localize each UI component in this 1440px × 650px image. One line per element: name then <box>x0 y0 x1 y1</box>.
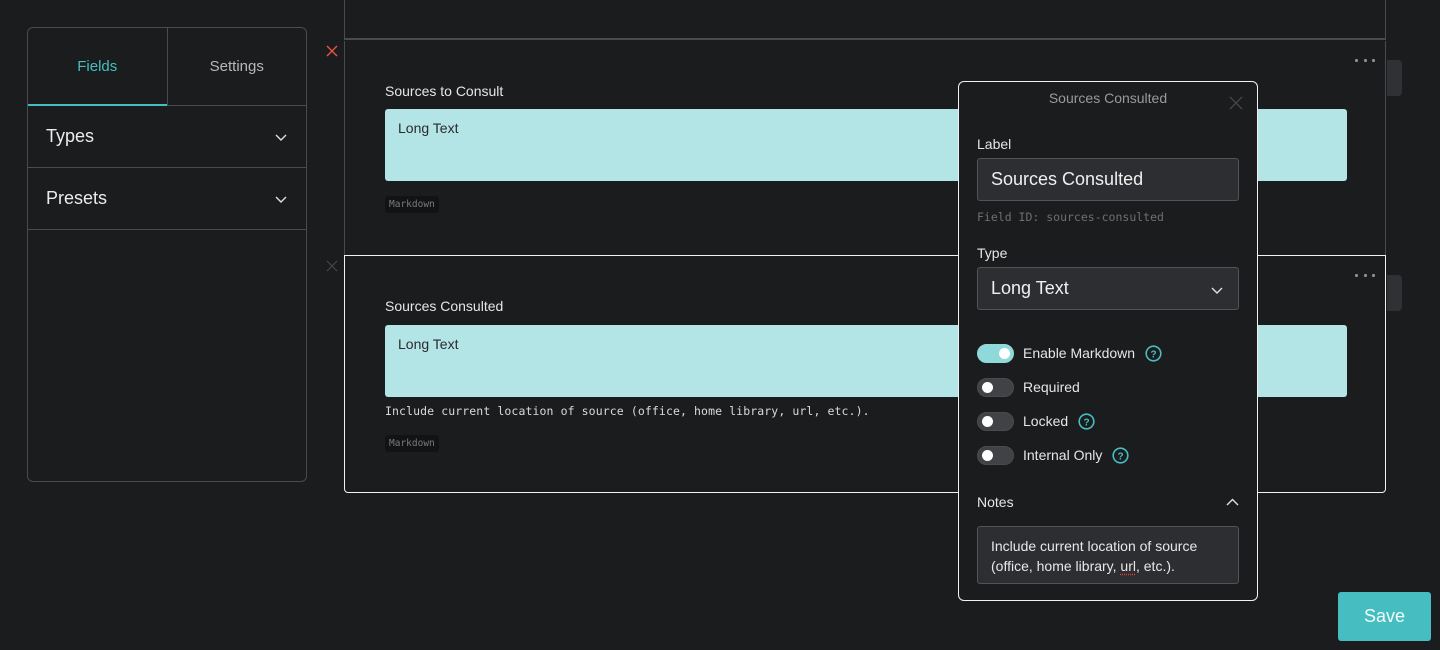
notes-misspelled-word: url <box>1120 558 1136 574</box>
close-icon[interactable] <box>1229 96 1243 110</box>
accordion-types-label: Types <box>46 126 95 146</box>
field-card-previous[interactable] <box>344 0 1386 40</box>
toggle-label: Required <box>1023 379 1080 395</box>
field-preview-text: Long Text <box>398 336 459 352</box>
markdown-badge: Markdown <box>385 196 439 213</box>
more-options-icon[interactable] <box>1355 57 1375 63</box>
field-preview-text: Long Text <box>398 120 459 136</box>
panel-tabs: Fields Settings <box>28 28 306 106</box>
toggle-row-internal-only: Internal Only ? <box>977 445 1129 465</box>
toggle-row-required: Required <box>977 377 1080 397</box>
remove-field-icon[interactable] <box>326 260 338 272</box>
help-icon[interactable]: ? <box>1112 446 1129 464</box>
drag-handle[interactable] <box>1387 60 1402 96</box>
notes-textarea[interactable]: Include current location of source (offi… <box>977 526 1239 584</box>
tab-fields[interactable]: Fields <box>28 28 167 106</box>
type-select[interactable]: Long Text <box>977 267 1239 310</box>
label-input-value: Sources Consulted <box>991 169 1144 189</box>
tab-settings[interactable]: Settings <box>166 28 307 105</box>
accordion-presets-label: Presets <box>46 188 108 208</box>
save-button[interactable]: Save <box>1338 592 1431 641</box>
notes-caption: Notes <box>977 494 1014 510</box>
label-input[interactable]: Sources Consulted <box>977 158 1239 201</box>
svg-text:?: ? <box>1151 349 1157 360</box>
svg-text:?: ? <box>1084 417 1090 428</box>
field-hint: Include current location of source (offi… <box>385 404 870 418</box>
more-options-icon[interactable] <box>1355 272 1375 278</box>
toggle-label: Internal Only <box>1023 447 1103 463</box>
enable-markdown-toggle[interactable] <box>977 343 1014 363</box>
chevron-down-icon <box>275 193 287 205</box>
toggle-row-enable-markdown: Enable Markdown ? <box>977 343 1162 363</box>
help-icon[interactable]: ? <box>1145 344 1162 362</box>
toggle-label: Enable Markdown <box>1023 345 1136 361</box>
label-caption: Label <box>977 136 1012 152</box>
chevron-up-icon <box>1226 496 1239 509</box>
notes-section-toggle[interactable]: Notes <box>977 494 1239 510</box>
chevron-down-icon <box>1210 283 1224 297</box>
accordion-presets[interactable]: Presets <box>28 168 306 230</box>
markdown-badge: Markdown <box>385 435 439 452</box>
type-caption: Type <box>977 245 1008 261</box>
toggle-row-locked: Locked ? <box>977 411 1095 431</box>
tab-settings-label: Settings <box>209 58 264 75</box>
field-id: Field ID: sources-consulted <box>977 210 1164 224</box>
drag-handle[interactable] <box>1387 275 1402 311</box>
field-editor-popover: Sources Consulted Label Sources Consulte… <box>958 81 1258 601</box>
tab-fields-label: Fields <box>77 58 118 75</box>
notes-text-end: , etc.). <box>1135 558 1175 574</box>
chevron-down-icon <box>275 131 287 143</box>
type-select-value: Long Text <box>991 278 1069 298</box>
popover-title: Sources Consulted <box>1048 90 1168 106</box>
toggle-label: Locked <box>1023 413 1069 429</box>
accordion-types[interactable]: Types <box>28 106 306 168</box>
remove-field-icon[interactable] <box>326 45 338 57</box>
field-label: Sources Consulted <box>385 298 504 314</box>
field-palette-panel: Fields Settings Types Presets <box>27 27 307 482</box>
locked-toggle[interactable] <box>977 411 1014 431</box>
internal-only-toggle[interactable] <box>977 445 1014 465</box>
field-label: Sources to Consult <box>385 83 504 99</box>
required-toggle[interactable] <box>977 377 1014 397</box>
svg-text:?: ? <box>1118 451 1124 462</box>
help-icon[interactable]: ? <box>1078 412 1095 430</box>
